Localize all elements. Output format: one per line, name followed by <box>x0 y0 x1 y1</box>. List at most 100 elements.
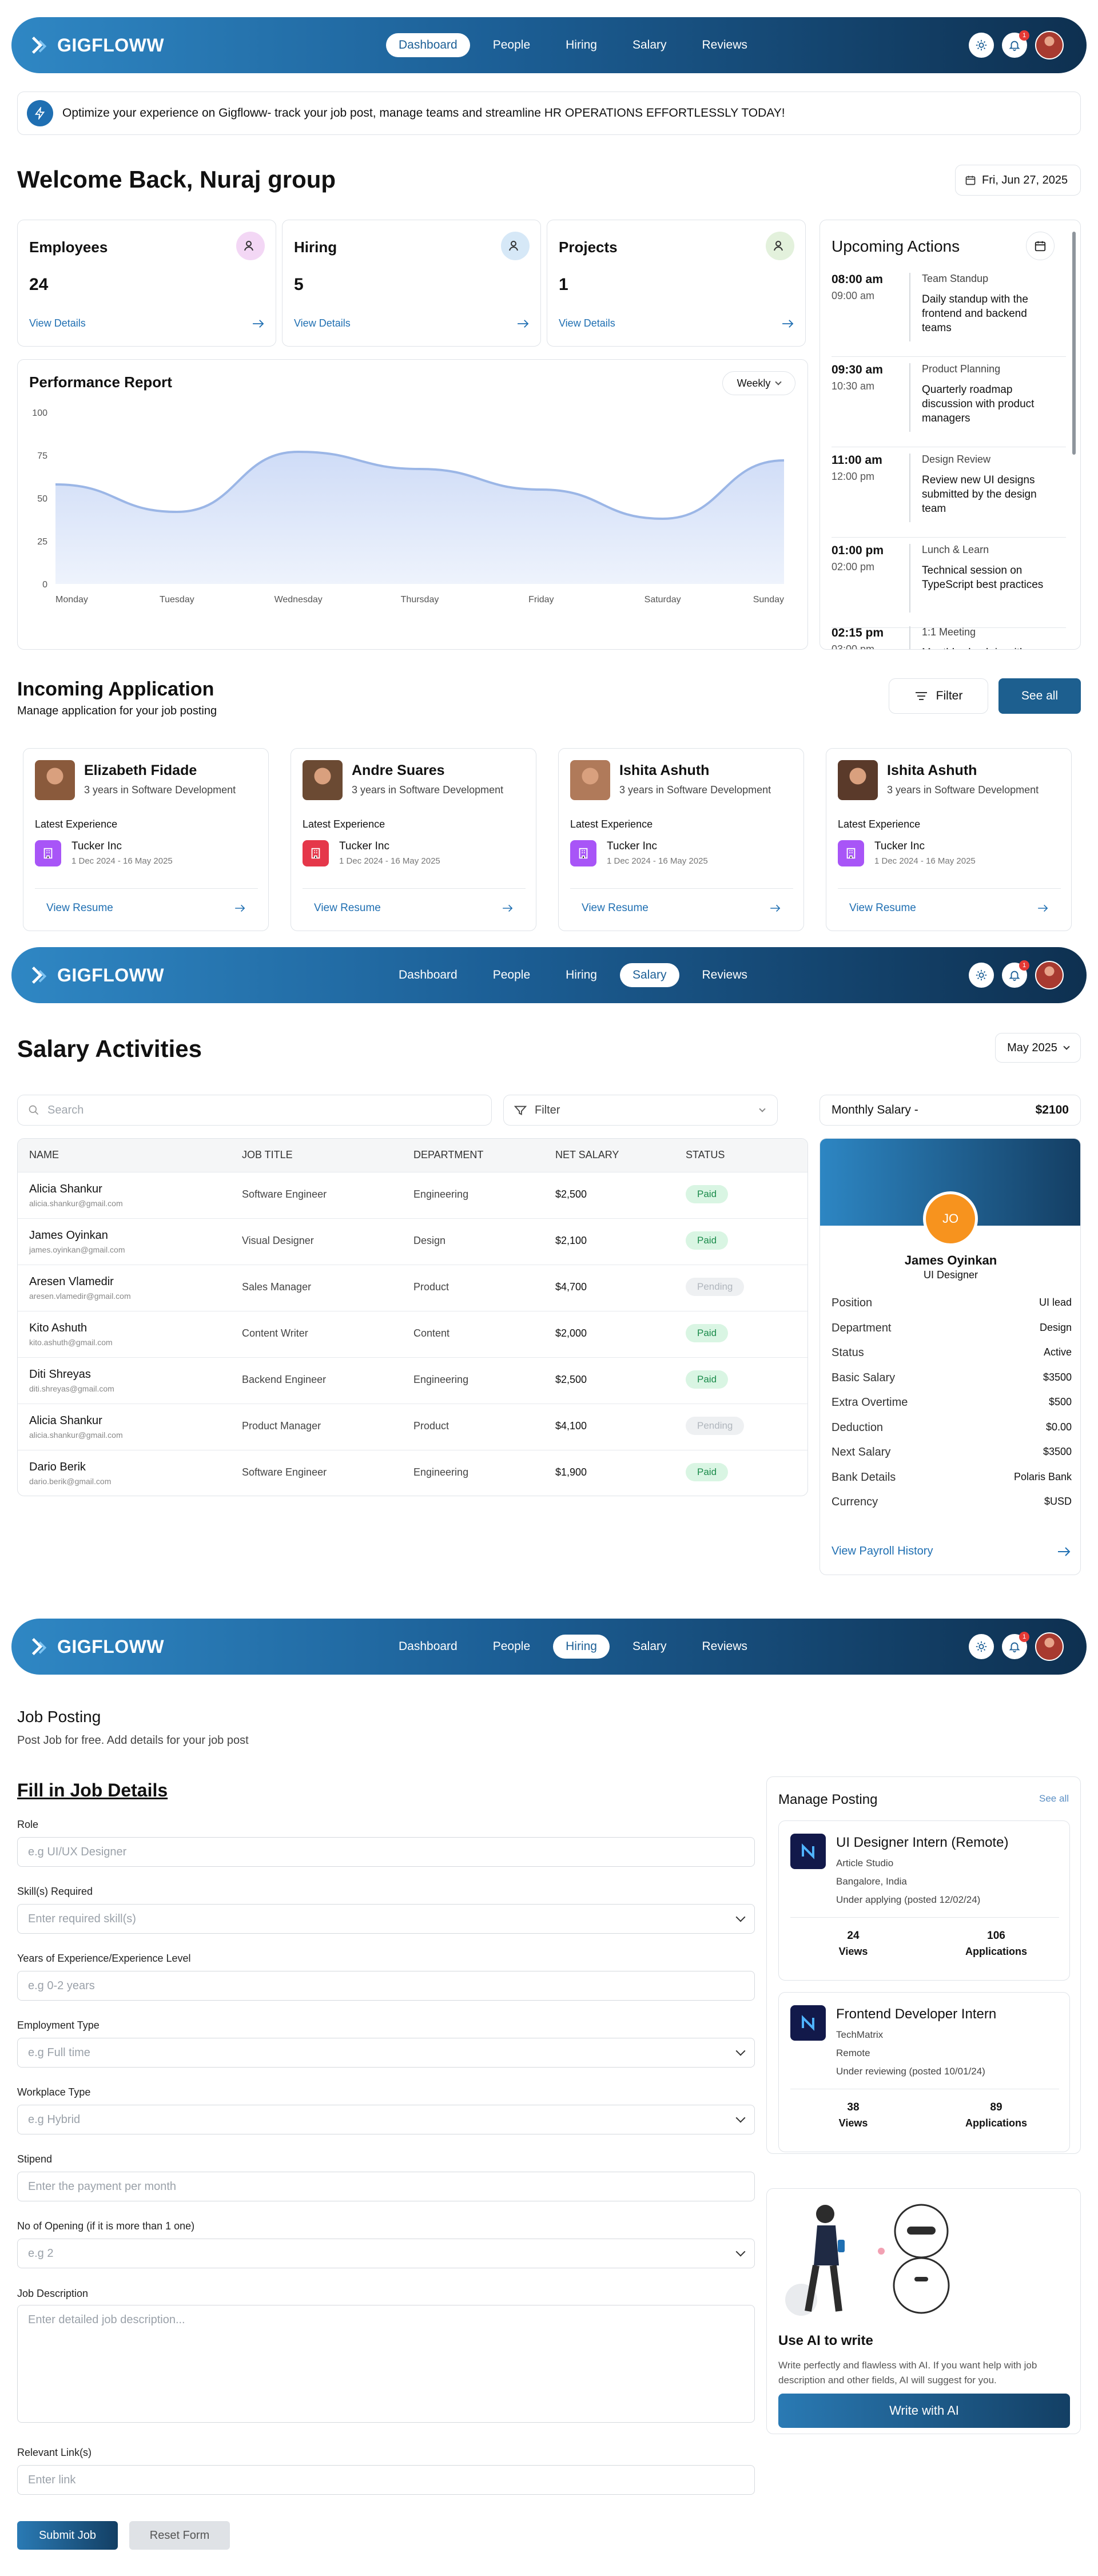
settings-gear-icon[interactable] <box>969 963 994 988</box>
see-all-button[interactable]: See all <box>998 678 1081 714</box>
write-with-ai-button[interactable]: Write with AI <box>778 2394 1070 2428</box>
upcoming-item[interactable]: 08:00 am 09:00 am Team Standup Daily sta… <box>832 273 1066 357</box>
notification-bell-icon[interactable]: 1 <box>1002 1632 1029 1659</box>
text-input[interactable]: Enter the payment per month <box>17 2172 755 2201</box>
upcoming-item[interactable]: 11:00 am 12:00 pm Design Review Review n… <box>832 454 1066 538</box>
status-badge: Paid <box>686 1231 729 1250</box>
view-resume-link[interactable]: View Resume <box>314 902 514 915</box>
table-row[interactable]: Kito Ashuth kito.ashuth@gmail.com Conten… <box>18 1311 807 1357</box>
applications-count: 89 <box>990 2101 1002 2113</box>
month-select[interactable]: May 2025 <box>995 1033 1081 1063</box>
settings-gear-icon[interactable] <box>969 33 994 58</box>
applicant-card[interactable]: Ishita Ashuth 3 years in Software Develo… <box>558 748 804 931</box>
view-details-label: View Details <box>29 317 86 329</box>
nav-tab-hiring[interactable]: Hiring <box>553 33 610 57</box>
view-resume-link[interactable]: View Resume <box>849 902 1049 915</box>
notification-bell-icon[interactable]: 1 <box>1002 30 1029 58</box>
job-description-textarea[interactable]: Enter detailed job description... <box>17 2305 755 2423</box>
relevant-links-input[interactable]: Enter link <box>17 2465 755 2495</box>
nav-tab-salary[interactable]: Salary <box>619 963 679 987</box>
date-picker[interactable]: Fri, Jun 27, 2025 <box>955 165 1081 196</box>
view-details-link[interactable]: View Details <box>294 317 530 329</box>
nav-tab-reviews[interactable]: Reviews <box>690 33 760 57</box>
calendar-add-icon[interactable] <box>1026 232 1055 260</box>
upcoming-item[interactable]: 02:15 pm 03:00 pm 1:1 Meeting Monthly ch… <box>832 626 1066 649</box>
item-end-time: 09:00 am <box>832 290 875 301</box>
notification-bell-icon[interactable]: 1 <box>1002 960 1029 988</box>
nav-tab-salary[interactable]: Salary <box>620 1635 679 1659</box>
column-header: NET SALARY <box>555 1149 619 1160</box>
chevron-down-icon <box>735 2046 746 2056</box>
field-value: UI lead <box>1039 1297 1072 1308</box>
nav-tab-dashboard[interactable]: Dashboard <box>386 963 470 987</box>
table-row[interactable]: Dario Berik dario.berik@gmail.com Softwa… <box>18 1450 807 1496</box>
document-icon <box>766 232 794 260</box>
field-placeholder: e.g UI/UX Designer <box>28 1846 127 1858</box>
field-placeholder: e.g 2 <box>28 2247 54 2260</box>
select-field[interactable]: Enter required skill(s) <box>17 1904 755 1934</box>
brand-logo[interactable]: GIGFLOWW <box>29 964 164 986</box>
period-select[interactable]: Weekly <box>722 371 795 395</box>
net-salary: $2,500 <box>555 1374 587 1385</box>
applicant-card[interactable]: Ishita Ashuth 3 years in Software Develo… <box>826 748 1072 931</box>
company-logo-icon <box>790 2005 826 2041</box>
upcoming-item[interactable]: 09:30 am 10:30 am Product Planning Quart… <box>832 363 1066 447</box>
view-resume-link[interactable]: View Resume <box>582 902 782 915</box>
user-avatar[interactable] <box>1035 31 1064 59</box>
field-label: Next Salary <box>832 1446 891 1458</box>
table-row[interactable]: Aresen Vlamedir aresen.vlamedir@gmail.co… <box>18 1265 807 1311</box>
nav-tab-salary[interactable]: Salary <box>620 33 679 57</box>
latest-experience-label: Latest Experience <box>35 818 118 830</box>
brand-logo[interactable]: GIGFLOWW <box>29 1636 164 1657</box>
scrollbar-thumb[interactable] <box>1072 232 1076 455</box>
brand-logo[interactable]: GIGFLOWW <box>29 34 164 56</box>
employee-name: James Oyinkan <box>29 1229 108 1242</box>
settings-gear-icon[interactable] <box>969 1634 994 1659</box>
user-avatar[interactable] <box>1035 1632 1064 1661</box>
submit-job-button[interactable]: Submit Job <box>17 2521 118 2550</box>
table-row[interactable]: James Oyinkan james.oyinkan@gmail.com Vi… <box>18 1218 807 1265</box>
job-post-card[interactable]: UI Designer Intern (Remote) Article Stud… <box>778 1820 1070 1981</box>
nav-tab-dashboard[interactable]: Dashboard <box>386 1635 470 1659</box>
view-details-link[interactable]: View Details <box>29 317 265 329</box>
nav-tab-hiring[interactable]: Hiring <box>553 1635 610 1659</box>
upcoming-item[interactable]: 01:00 pm 02:00 pm Lunch & Learn Technica… <box>832 544 1066 628</box>
nav-tab-reviews[interactable]: Reviews <box>690 1635 760 1659</box>
nav-tab-people[interactable]: People <box>480 1635 543 1659</box>
job-title: Software Engineer <box>242 1188 327 1200</box>
job-post-card[interactable]: Frontend Developer Intern TechMatrix Rem… <box>778 1992 1070 2152</box>
applicant-card[interactable]: Elizabeth Fidade 3 years in Software Dev… <box>23 748 269 931</box>
timeline-divider <box>909 454 910 522</box>
status-badge: Paid <box>686 1370 729 1389</box>
table-row[interactable]: Alicia Shankur alicia.shankur@gmail.com … <box>18 1172 807 1218</box>
table-row[interactable]: Alicia Shankur alicia.shankur@gmail.com … <box>18 1404 807 1450</box>
ai-robot-illustration-icon <box>785 2204 950 2316</box>
nav-tab-people[interactable]: People <box>480 33 543 57</box>
applicant-card[interactable]: Andre Suares 3 years in Software Develop… <box>291 748 536 931</box>
nav-tab-hiring[interactable]: Hiring <box>553 963 610 987</box>
filter-button[interactable]: Filter <box>889 678 988 714</box>
select-field[interactable]: e.g 2 <box>17 2239 755 2268</box>
nav-tab-reviews[interactable]: Reviews <box>690 963 760 987</box>
table-row[interactable]: Diti Shreyas diti.shreyas@gmail.com Back… <box>18 1357 807 1404</box>
applications-count: 106 <box>987 1930 1005 1942</box>
reset-form-button[interactable]: Reset Form <box>129 2521 230 2550</box>
text-input[interactable]: e.g UI/UX Designer <box>17 1837 755 1867</box>
view-details-link[interactable]: View Details <box>559 317 795 329</box>
manage-see-all-link[interactable]: See all <box>1039 1793 1069 1804</box>
select-field[interactable]: e.g Full time <box>17 2038 755 2068</box>
nav-tab-dashboard[interactable]: Dashboard <box>386 33 470 57</box>
user-avatar[interactable] <box>1035 961 1064 989</box>
salary-filter-select[interactable]: Filter <box>503 1095 778 1126</box>
payroll-history-link[interactable]: View Payroll History <box>832 1545 1072 1558</box>
view-resume-link[interactable]: View Resume <box>46 902 246 915</box>
nav-tab-people[interactable]: People <box>480 963 543 987</box>
field-placeholder: Enter the payment per month <box>28 2180 177 2193</box>
item-title: 1:1 Meeting <box>922 626 976 638</box>
stat-value: 5 <box>294 275 304 294</box>
arrow-right-icon <box>770 904 781 912</box>
chevron-down-icon <box>735 2113 746 2123</box>
text-input[interactable]: e.g 0-2 years <box>17 1971 755 2001</box>
select-field[interactable]: e.g Hybrid <box>17 2105 755 2134</box>
search-input[interactable]: Search <box>17 1095 492 1126</box>
